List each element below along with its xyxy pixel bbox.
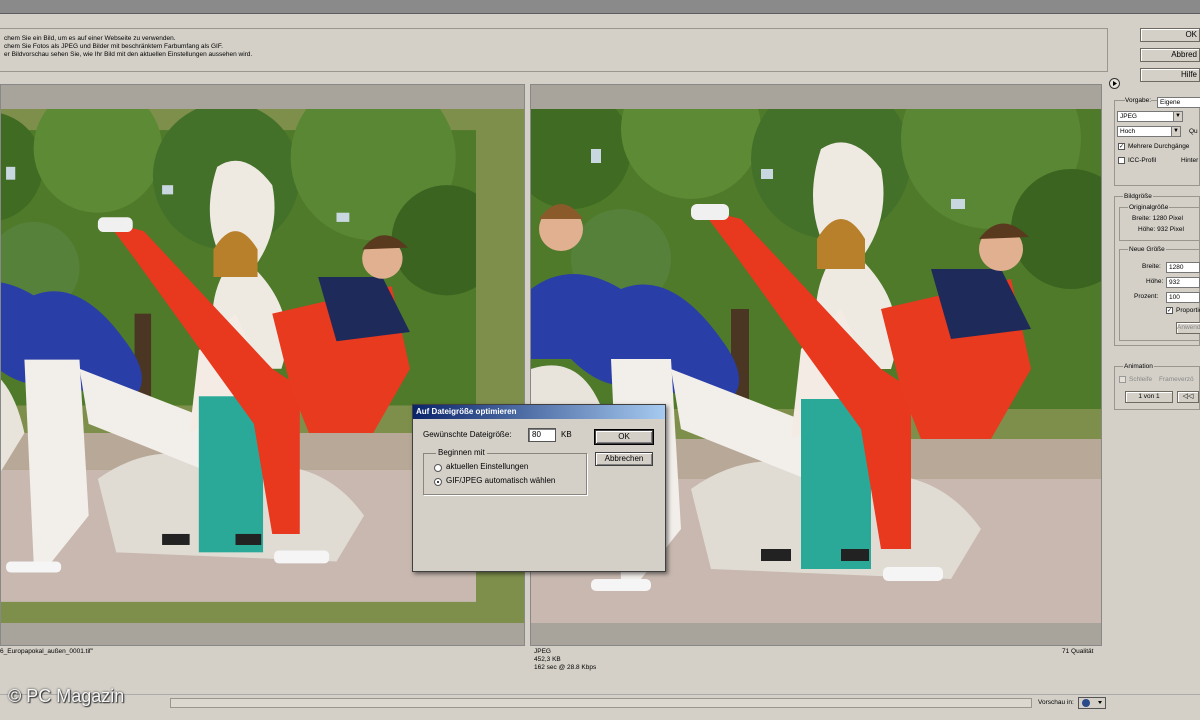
image-size-label: Bildgröße: [1123, 192, 1153, 201]
option-current-label: aktuellen Einstellungen: [446, 462, 529, 471]
original-size-group: Originalgröße Breite: 1280 Pixel Höhe: 9…: [1119, 203, 1200, 241]
frame-counter[interactable]: 1 von 1: [1125, 391, 1173, 403]
quality-label: Qu: [1189, 128, 1198, 135]
info-line: er Bildvorschau sehen Sie, wie Ihr Bild …: [4, 51, 253, 58]
file-size-label: Gewünschte Dateigröße:: [423, 430, 512, 439]
width-label: Breite:: [1142, 263, 1161, 270]
browser-icon: [1082, 699, 1102, 707]
quality-select[interactable]: Hoch ▼: [1117, 126, 1181, 137]
proportion-label: Proportione: [1176, 307, 1200, 314]
browser-select[interactable]: [1078, 697, 1106, 709]
percent-field[interactable]: 100: [1166, 292, 1200, 303]
animation-label: Animation: [1123, 362, 1154, 371]
frame-delay-label: Frameverzö: [1159, 376, 1194, 383]
dialog-title: Auf Dateigröße optimieren: [413, 405, 665, 419]
percent-label: Prozent:: [1134, 293, 1159, 300]
settings-panel: Vorgabe: Eigene JPEG ▼ Hoch ▼ Qu ✓ Mehre…: [1108, 84, 1200, 410]
chevron-down-icon: ▼: [1173, 112, 1182, 121]
original-width: Breite: 1280 Pixel: [1132, 215, 1183, 222]
original-height: Höhe: 932 Pixel: [1138, 226, 1184, 233]
optimize-to-filesize-dialog: Auf Dateigröße optimieren Gewünschte Dat…: [412, 404, 666, 572]
watermark: © PC Magazin: [8, 686, 125, 706]
height-label: Höhe:: [1146, 278, 1164, 285]
start-with-group: Beginnen mit aktuellen Einstellungen GIF…: [423, 447, 587, 495]
image-size-group: Bildgröße Originalgröße Breite: 1280 Pix…: [1114, 192, 1200, 346]
start-with-label: Beginnen mit: [436, 447, 487, 459]
progressive-checkbox[interactable]: ✓: [1118, 143, 1125, 150]
proportion-checkbox[interactable]: ✓: [1166, 307, 1173, 314]
title-bar: [0, 0, 1200, 14]
dialog-cancel-button[interactable]: Abbrechen: [595, 452, 653, 466]
apply-button[interactable]: Anwend: [1176, 322, 1200, 334]
preset-select[interactable]: Eigene: [1157, 97, 1200, 108]
icc-label: ICC-Profil: [1128, 157, 1157, 164]
optimized-quality: 71 Qualität: [1062, 648, 1094, 655]
height-field[interactable]: 932: [1166, 277, 1200, 288]
loop-checkbox[interactable]: [1119, 376, 1126, 383]
cancel-button[interactable]: Abbred: [1140, 48, 1200, 62]
background-label: Hinter: [1181, 157, 1199, 164]
file-size-input[interactable]: 80: [528, 428, 556, 442]
preview-in-label: Vorschau in:: [1038, 699, 1074, 706]
file-size-unit: KB: [561, 430, 572, 439]
original-info: 6_Europapokal_außen_0001.tif": [0, 648, 93, 656]
radio-auto-gif-jpeg[interactable]: [434, 478, 442, 486]
new-size-label: Neue Größe: [1128, 245, 1166, 254]
progressive-label: Mehrere Durchgänge: [1128, 143, 1190, 150]
dialog-ok-button[interactable]: OK: [594, 429, 654, 445]
preset-label: Vorgabe:: [1125, 96, 1152, 105]
info-box: chem Sie ein Bild, um es auf einer Webse…: [0, 28, 1108, 72]
settings-group: Vorgabe: Eigene JPEG ▼ Hoch ▼ Qu ✓ Mehre…: [1114, 96, 1200, 186]
radio-current-settings[interactable]: [434, 464, 442, 472]
format-value: JPEG: [1120, 113, 1137, 120]
help-button[interactable]: Hilfe: [1140, 68, 1200, 82]
animation-group: Animation Schleife Frameverzö 1 von 1 ◁◁: [1114, 362, 1200, 410]
loop-label: Schleife: [1129, 376, 1153, 383]
info-line: chem Sie ein Bild, um es auf einer Webse…: [4, 35, 176, 42]
format-select[interactable]: JPEG ▼: [1117, 111, 1183, 122]
width-field[interactable]: 1280: [1166, 262, 1200, 273]
optimized-info: JPEG 452,3 KB 162 sec @ 28.8 Kbps: [534, 648, 596, 672]
chevron-down-icon: ▼: [1171, 127, 1180, 136]
original-filename: 6_Europapokal_außen_0001.tif": [0, 648, 94, 655]
info-line: chem Sie Fotos als JPEG und Bilder mit b…: [4, 43, 223, 50]
optimized-size: 452,3 KB: [534, 656, 561, 663]
original-size-label: Originalgröße: [1128, 203, 1170, 212]
quality-value: Hoch: [1120, 128, 1136, 135]
optimized-format: JPEG: [534, 648, 551, 655]
icc-checkbox[interactable]: [1118, 157, 1125, 164]
new-size-group: Neue Größe Breite: 1280 Höhe: 932 Prozen…: [1119, 245, 1200, 341]
option-auto-label: GIF/JPEG automatisch wählen: [446, 476, 556, 485]
status-field: [170, 698, 1032, 708]
status-bar: Vorschau in:: [0, 694, 1200, 720]
ok-button[interactable]: OK: [1140, 28, 1200, 42]
rewind-icon[interactable]: ◁◁: [1177, 391, 1199, 403]
optimized-time: 162 sec @ 28.8 Kbps: [534, 664, 597, 671]
